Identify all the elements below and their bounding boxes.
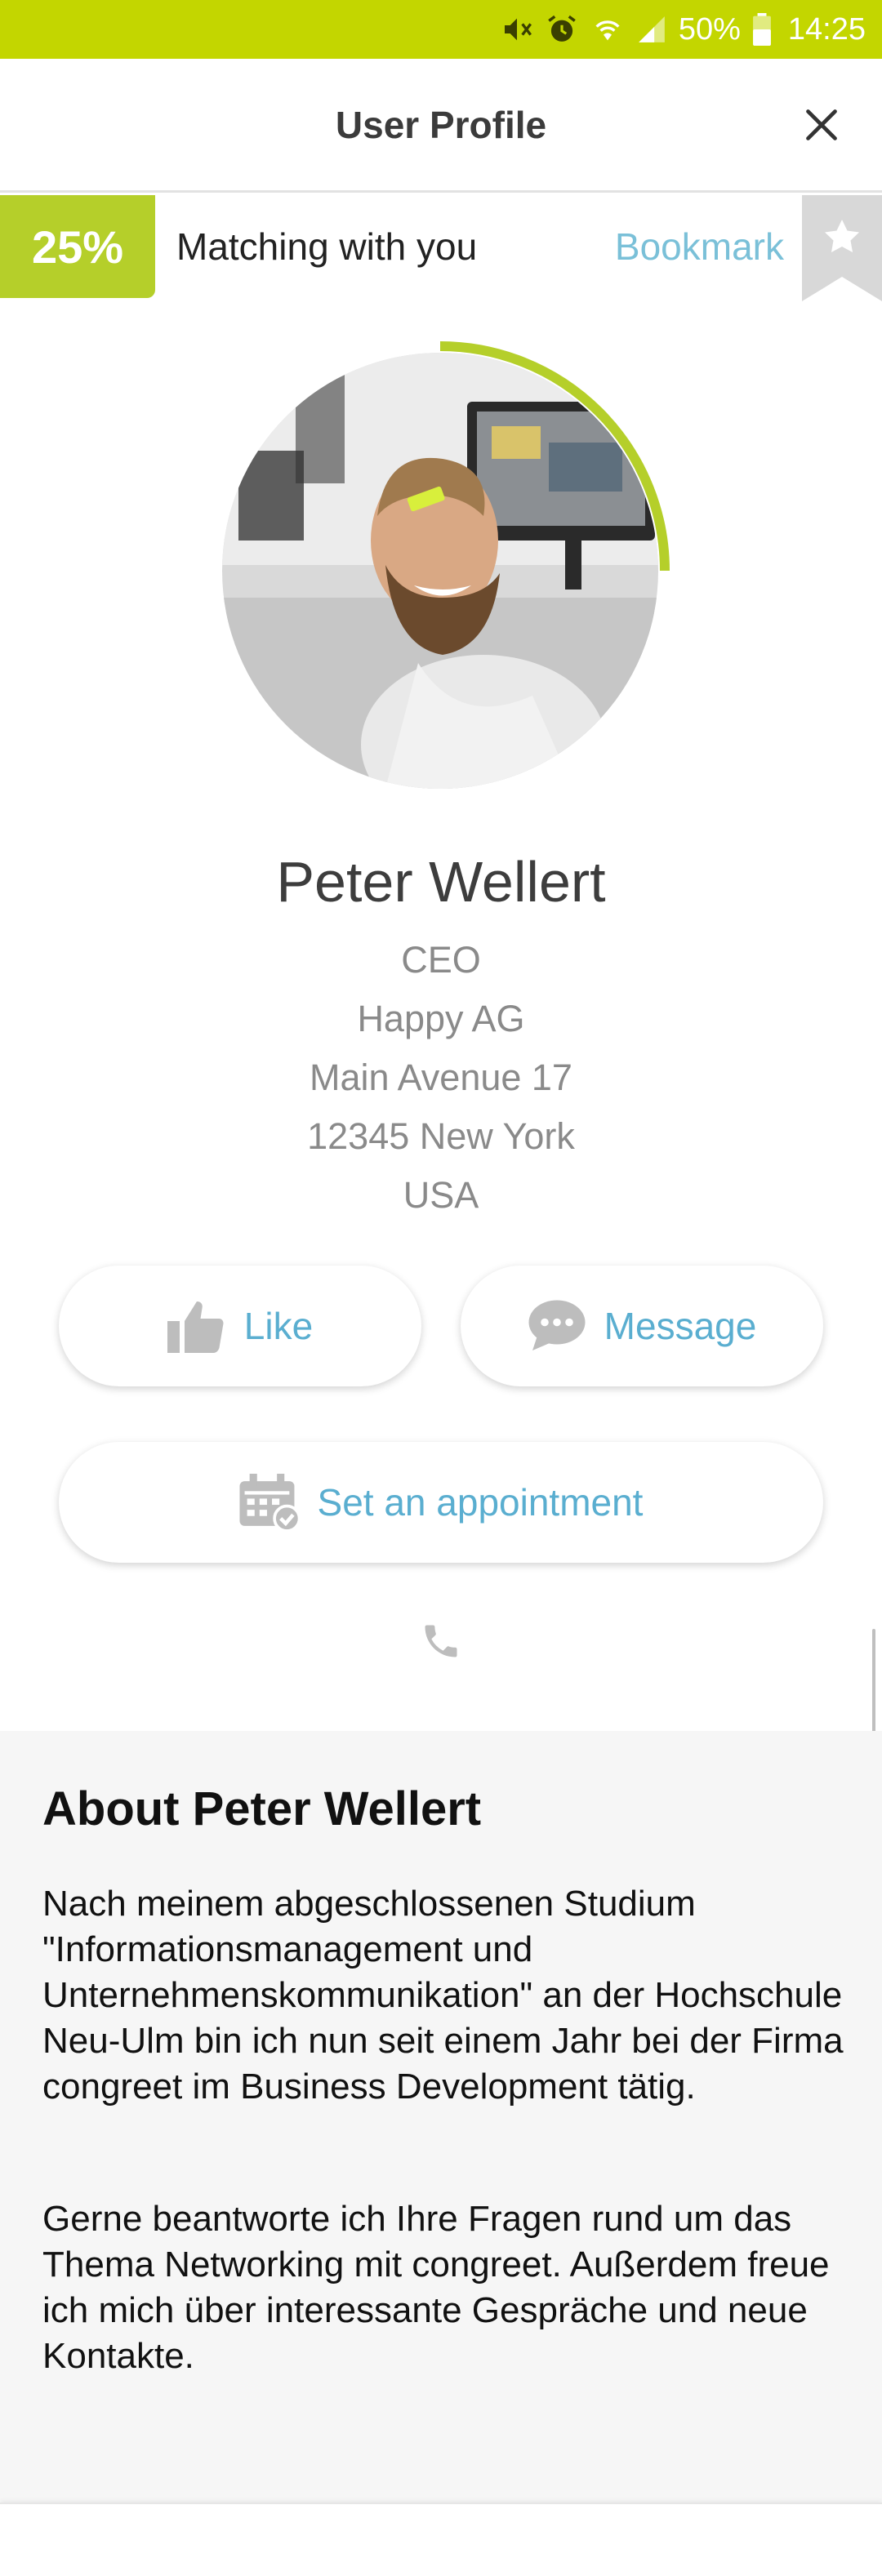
about-paragraph-1: Nach meinem abgeschlossenen Studium "Inf… (42, 1884, 844, 2107)
signal-icon (636, 14, 667, 45)
phone-icon (425, 1625, 457, 1657)
about-section: About Peter Wellert Nach meinem abgeschl… (0, 1731, 882, 2503)
calendar-icon (238, 1474, 300, 1531)
like-button[interactable]: Like (59, 1266, 421, 1386)
close-icon (806, 109, 837, 140)
status-bar: 50% 14:25 (0, 0, 882, 59)
profile-company: Happy AG (357, 998, 525, 1039)
profile-name: Peter Wellert (276, 850, 606, 914)
match-text: Matching with you (176, 225, 478, 268)
chat-bubble-icon (528, 1300, 586, 1350)
page-title: User Profile (335, 103, 547, 146)
battery-percent: 50% (678, 11, 741, 47)
message-label: Message (604, 1305, 757, 1347)
profile-city: 12345 New York (307, 1115, 575, 1157)
wifi-icon (590, 13, 625, 46)
set-appointment-label: Set an appointment (317, 1481, 644, 1524)
about-paragraph-2: Gerne beantworte ich Ihre Fragen rund um… (42, 2199, 830, 2376)
like-label: Like (243, 1305, 314, 1347)
thumbs-up-icon (167, 1301, 224, 1353)
app-header: User Profile (0, 59, 882, 193)
alarm-icon (545, 12, 579, 47)
bottom-bar (0, 2503, 882, 2576)
match-percent-badge: 25% (0, 195, 155, 298)
profile-country: USA (403, 1174, 479, 1216)
bookmark-button[interactable]: Bookmark (615, 195, 784, 298)
call-button[interactable] (416, 1617, 466, 1666)
mute-icon (501, 13, 533, 46)
bookmark-ribbon[interactable] (802, 195, 882, 301)
avatar-container (212, 335, 678, 800)
about-title: About Peter Wellert (42, 1782, 482, 1835)
match-bar: 25% Matching with you Bookmark (0, 195, 882, 301)
profile-street: Main Avenue 17 (310, 1057, 572, 1098)
message-button[interactable]: Message (461, 1266, 823, 1386)
clock: 14:25 (787, 11, 866, 47)
battery-icon (752, 13, 772, 46)
set-appointment-button[interactable]: Set an appointment (59, 1442, 823, 1563)
avatar (222, 353, 658, 789)
close-button[interactable] (797, 100, 846, 149)
profile-position: CEO (401, 939, 481, 981)
